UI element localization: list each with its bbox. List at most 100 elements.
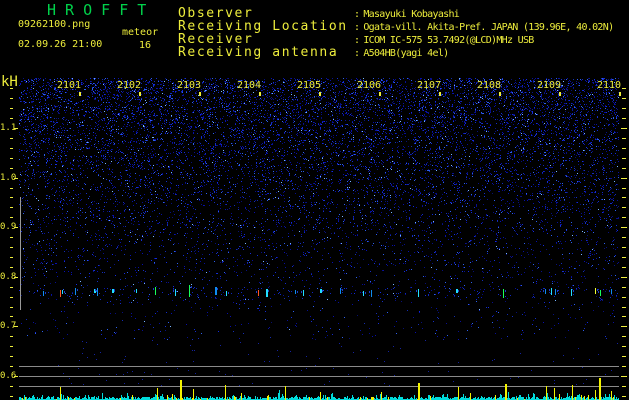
x-axis-tick-label: 2105 bbox=[297, 80, 322, 91]
y-axis-minor-tick bbox=[10, 118, 13, 119]
info-row-antenna: Receiving antenna: A504HB(yagi 4el) bbox=[178, 41, 449, 60]
y-axis-minor-tick bbox=[10, 197, 13, 198]
info-row-receiver: Receiver: ICOM IC-575 53.7492(@LCD)MHz US… bbox=[178, 28, 534, 47]
y-axis-minor-tick-right bbox=[622, 108, 626, 109]
y-axis-minor-tick bbox=[10, 336, 13, 337]
y-axis-minor-tick bbox=[10, 307, 13, 308]
y-axis-minor-tick bbox=[10, 148, 13, 149]
y-axis-minor-tick-right bbox=[622, 118, 626, 119]
y-axis-tick-label: 0.8 bbox=[0, 272, 17, 282]
y-axis-minor-tick bbox=[10, 158, 13, 159]
y-axis-minor-tick-right bbox=[622, 88, 626, 89]
app-title: H R O F F T bbox=[47, 1, 147, 19]
y-axis-minor-tick bbox=[10, 316, 13, 317]
info-row-observer: Observer: Masayuki Kobayashi bbox=[178, 2, 460, 21]
x-axis-tick-label: 2107 bbox=[417, 80, 442, 91]
y-axis-tick-label: 0.6 bbox=[0, 371, 17, 381]
x-axis-tick-mark bbox=[439, 92, 441, 96]
y-axis-minor-tick bbox=[10, 247, 13, 248]
x-axis-tick-label: 2101 bbox=[57, 80, 82, 91]
y-axis-tick-mark bbox=[14, 376, 18, 377]
y-axis-tick-mark bbox=[14, 326, 18, 327]
x-axis-tick-label: 2103 bbox=[177, 80, 202, 91]
y-axis-minor-tick-right bbox=[622, 257, 626, 258]
y-axis-tick-mark bbox=[14, 128, 18, 129]
y-axis-minor-tick-right bbox=[622, 386, 626, 387]
y-axis-minor-tick bbox=[10, 217, 13, 218]
y-axis-minor-tick bbox=[10, 88, 13, 89]
y-axis-minor-tick-right bbox=[622, 336, 626, 337]
y-axis-minor-tick bbox=[10, 108, 13, 109]
x-axis-tick-label: 2102 bbox=[117, 80, 142, 91]
y-axis-minor-tick-right bbox=[622, 237, 626, 238]
y-axis-minor-tick-right bbox=[622, 197, 626, 198]
y-axis-minor-tick bbox=[10, 396, 13, 397]
y-axis-minor-tick bbox=[10, 188, 13, 189]
info-label: Receiving antenna bbox=[178, 45, 339, 60]
y-axis-minor-tick bbox=[10, 237, 13, 238]
y-axis-minor-tick bbox=[10, 366, 13, 367]
y-axis-minor-tick bbox=[10, 386, 13, 387]
y-axis-minor-tick-right bbox=[622, 316, 626, 317]
x-axis-tick-mark bbox=[199, 92, 201, 96]
y-axis-minor-tick bbox=[10, 207, 13, 208]
x-axis-tick-label: 2110 bbox=[597, 80, 622, 91]
x-axis-tick-mark bbox=[559, 92, 561, 96]
y-axis-minor-tick bbox=[10, 257, 13, 258]
y-axis-tick-mark-right bbox=[621, 227, 627, 228]
y-axis-minor-tick bbox=[10, 168, 13, 169]
y-axis-minor-tick bbox=[10, 267, 13, 268]
y-axis-minor-tick bbox=[10, 346, 13, 347]
y-axis-tick-mark bbox=[14, 277, 18, 278]
y-axis-tick-mark-right bbox=[621, 277, 627, 278]
y-axis-tick-mark-right bbox=[621, 376, 627, 377]
y-axis-tick-mark-right bbox=[621, 178, 627, 179]
y-axis-minor-tick-right bbox=[622, 366, 626, 367]
x-axis-tick-label: 2108 bbox=[477, 80, 502, 91]
y-axis-minor-tick bbox=[10, 287, 13, 288]
y-axis-minor-tick bbox=[10, 356, 13, 357]
x-axis-tick-mark bbox=[79, 92, 81, 96]
y-axis-minor-tick bbox=[10, 98, 13, 99]
x-axis-tick-mark bbox=[139, 92, 141, 96]
echo-count: 16 bbox=[139, 40, 152, 51]
x-axis-tick-mark bbox=[619, 92, 621, 96]
y-axis-tick-mark-right bbox=[621, 326, 627, 327]
info-row-location: Receiving Location: Ogata-vill. Akita-Pre… bbox=[178, 15, 614, 34]
y-axis-tick-label: 1.0 bbox=[0, 173, 17, 183]
y-axis-minor-tick-right bbox=[622, 396, 626, 397]
x-axis-tick-mark bbox=[499, 92, 501, 96]
x-axis-tick-mark bbox=[259, 92, 261, 96]
y-axis-minor-tick-right bbox=[622, 247, 626, 248]
y-axis-minor-tick-right bbox=[622, 287, 626, 288]
y-axis-minor-tick-right bbox=[622, 307, 626, 308]
info-separator: : bbox=[354, 48, 360, 59]
y-axis-tick-mark-right bbox=[621, 128, 627, 129]
y-axis-minor-tick-right bbox=[622, 98, 626, 99]
y-axis-tick-label: 0.7 bbox=[0, 321, 17, 331]
y-axis-minor-tick-right bbox=[622, 138, 626, 139]
y-axis-minor-tick-right bbox=[622, 207, 626, 208]
hrofft-spectrogram-screen: H R O F F T 09262100.png meteor 02.09.26… bbox=[0, 0, 629, 400]
y-axis-minor-tick-right bbox=[622, 356, 626, 357]
x-axis-tick-label: 2104 bbox=[237, 80, 262, 91]
output-filename: 09262100.png bbox=[18, 19, 91, 30]
mode-label: meteor bbox=[122, 27, 159, 38]
x-axis-tick-mark bbox=[319, 92, 321, 96]
y-axis-tick-mark bbox=[14, 178, 18, 179]
spectrogram-canvas bbox=[19, 78, 619, 400]
y-axis-minor-tick-right bbox=[622, 297, 626, 298]
x-axis-tick-label: 2106 bbox=[357, 80, 382, 91]
y-axis-minor-tick-right bbox=[622, 217, 626, 218]
y-axis-minor-tick-right bbox=[622, 158, 626, 159]
x-axis-tick-label: 2109 bbox=[537, 80, 562, 91]
y-axis-tick-label: 0.9 bbox=[0, 222, 17, 232]
x-axis-tick-mark bbox=[379, 92, 381, 96]
y-axis-minor-tick-right bbox=[622, 148, 626, 149]
y-axis-minor-tick-right bbox=[622, 188, 626, 189]
y-axis-minor-tick bbox=[10, 297, 13, 298]
y-axis-tick-label: 1.1 bbox=[0, 123, 17, 133]
observation-datetime: 02.09.26 21:00 bbox=[18, 39, 103, 50]
y-axis-minor-tick-right bbox=[622, 168, 626, 169]
y-axis-minor-tick bbox=[10, 138, 13, 139]
